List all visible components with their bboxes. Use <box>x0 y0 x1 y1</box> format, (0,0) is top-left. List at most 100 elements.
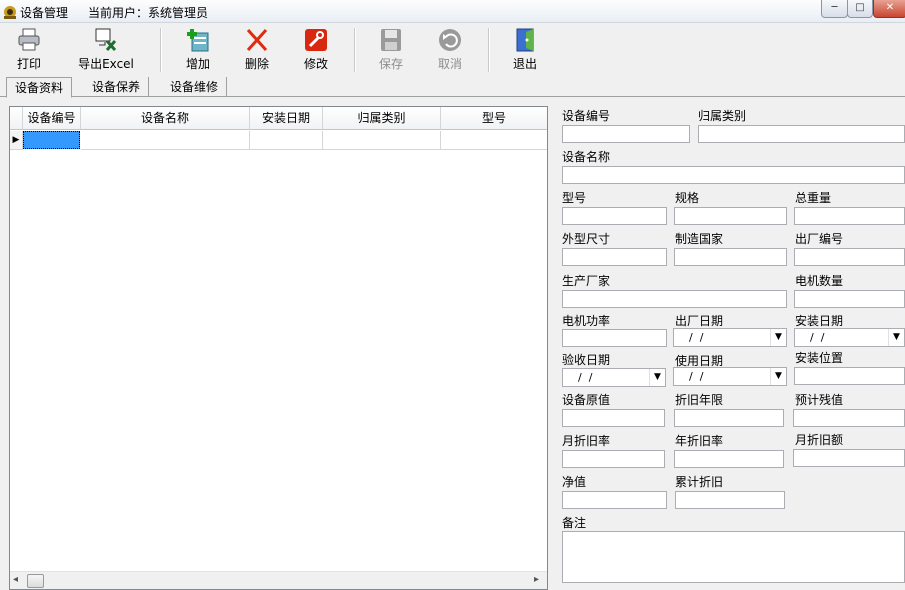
toolbar-separator <box>354 28 356 72</box>
country-input[interactable] <box>674 248 787 266</box>
net-value-input[interactable] <box>562 491 667 509</box>
cancel-label: 取消 <box>437 57 462 71</box>
label-accumulated: 累计折旧 <box>675 475 724 489</box>
accept-date-value: / / <box>571 371 593 384</box>
dimensions-input[interactable] <box>562 248 667 266</box>
factory-date-value: / / <box>682 331 704 344</box>
column-header[interactable]: 归属类别 <box>323 107 441 130</box>
label-original-value: 设备原值 <box>562 393 611 407</box>
total-weight-input[interactable] <box>794 207 905 225</box>
label-device-no: 设备编号 <box>562 109 611 123</box>
horizontal-scrollbar[interactable]: ◂ ▸ <box>10 571 547 589</box>
motor-count-input[interactable] <box>794 290 905 308</box>
label-factory-no: 出厂编号 <box>795 232 844 246</box>
title-bar: 设备管理 当前用户：系统管理员 ─ □ ✕ <box>0 0 905 23</box>
edit-button[interactable]: 修改 <box>287 26 345 76</box>
exit-door-icon <box>516 28 534 52</box>
edit-wrench-icon <box>305 29 327 51</box>
grid-cell[interactable] <box>250 131 323 150</box>
label-motor-count: 电机数量 <box>795 274 844 288</box>
monthly-amount-input[interactable] <box>793 449 905 467</box>
export-excel-label: 导出Excel <box>78 57 134 71</box>
label-remarks: 备注 <box>562 516 587 530</box>
use-date-picker[interactable]: / / ▼ <box>673 367 787 386</box>
label-factory-date: 出厂日期 <box>675 314 724 328</box>
close-icon: ✕ <box>885 2 895 13</box>
exit-button[interactable]: 退出 <box>496 26 554 76</box>
residual-input[interactable] <box>793 409 905 427</box>
add-button[interactable]: 增加 <box>169 26 227 76</box>
original-value-input[interactable] <box>562 409 665 427</box>
column-header[interactable]: 型号 <box>441 107 547 130</box>
label-spec: 规格 <box>675 191 700 205</box>
scroll-thumb[interactable] <box>27 574 44 588</box>
install-date-value: / / <box>803 331 825 344</box>
label-net-value: 净值 <box>562 475 587 489</box>
delete-button[interactable]: 删除 <box>228 26 286 76</box>
dropdown-arrow-icon[interactable]: ▼ <box>649 369 665 386</box>
delete-label: 删除 <box>244 57 269 71</box>
device-name-input[interactable] <box>562 166 905 184</box>
factory-no-input[interactable] <box>794 248 905 266</box>
label-dimensions: 外型尺寸 <box>562 232 611 246</box>
label-device-name: 设备名称 <box>562 150 611 164</box>
accept-date-picker[interactable]: / / ▼ <box>562 368 666 387</box>
grid-cell[interactable] <box>323 131 441 150</box>
category-input[interactable] <box>698 125 905 143</box>
toolbar-separator <box>160 28 162 72</box>
label-country: 制造国家 <box>675 232 724 246</box>
tab-repair[interactable]: 设备维修 <box>162 77 228 97</box>
tab-device-info[interactable]: 设备资料 <box>6 77 73 98</box>
manufacturer-input[interactable] <box>562 290 787 308</box>
label-accept-date: 验收日期 <box>562 353 611 367</box>
install-location-input[interactable] <box>794 367 905 385</box>
cancel-button[interactable]: 取消 <box>421 26 479 76</box>
monthly-rate-input[interactable] <box>562 450 665 468</box>
spec-input[interactable] <box>674 207 787 225</box>
app-icon <box>4 6 16 19</box>
device-grid[interactable]: 设备编号 设备名称 安装日期 归属类别 型号 ▶ ◂ ▸ <box>9 106 548 590</box>
label-monthly-amount: 月折旧额 <box>795 433 844 447</box>
label-install-location: 安装位置 <box>795 351 844 365</box>
save-button[interactable]: 保存 <box>362 26 420 76</box>
tab-maintenance-label: 设备保养 <box>92 80 141 94</box>
dropdown-arrow-icon[interactable]: ▼ <box>770 368 786 385</box>
exit-label: 退出 <box>512 57 537 71</box>
accumulated-input[interactable] <box>675 491 785 509</box>
edit-label: 修改 <box>303 57 328 71</box>
grid-cell-selected[interactable] <box>23 131 80 149</box>
tab-device-info-label: 设备资料 <box>15 81 64 95</box>
add-icon <box>187 29 209 52</box>
depr-years-input[interactable] <box>674 409 784 427</box>
close-button[interactable]: ✕ <box>873 0 905 18</box>
tab-maintenance[interactable]: 设备保养 <box>84 77 150 97</box>
grid-cell[interactable] <box>441 131 547 150</box>
grid-cell[interactable] <box>81 131 250 150</box>
dropdown-arrow-icon[interactable]: ▼ <box>770 329 786 346</box>
floppy-disk-icon <box>381 29 401 51</box>
label-depr-years: 折旧年限 <box>675 393 724 407</box>
factory-date-picker[interactable]: / / ▼ <box>673 328 787 347</box>
dropdown-arrow-icon[interactable]: ▼ <box>888 329 904 346</box>
maximize-button[interactable]: □ <box>847 0 873 18</box>
export-excel-button[interactable]: 导出Excel <box>72 26 140 76</box>
yearly-rate-input[interactable] <box>674 450 784 468</box>
scroll-right-icon[interactable]: ▸ <box>534 574 539 585</box>
device-no-input[interactable] <box>562 125 690 143</box>
print-button[interactable]: 打印 <box>0 26 58 76</box>
row-header-column <box>10 107 23 130</box>
minimize-button[interactable]: ─ <box>821 0 848 18</box>
remarks-textarea[interactable] <box>562 531 905 583</box>
column-header[interactable]: 设备名称 <box>81 107 250 130</box>
motor-power-input[interactable] <box>562 329 667 347</box>
label-category: 归属类别 <box>698 109 747 123</box>
model-input[interactable] <box>562 207 667 225</box>
tab-strip-line <box>0 96 905 97</box>
column-header[interactable]: 设备编号 <box>23 107 81 130</box>
tab-repair-label: 设备维修 <box>170 80 219 94</box>
scroll-left-icon[interactable]: ◂ <box>13 574 18 585</box>
install-date-picker[interactable]: / / ▼ <box>794 328 905 347</box>
label-model: 型号 <box>562 191 587 205</box>
print-label: 打印 <box>16 57 41 71</box>
column-header[interactable]: 安装日期 <box>250 107 323 130</box>
